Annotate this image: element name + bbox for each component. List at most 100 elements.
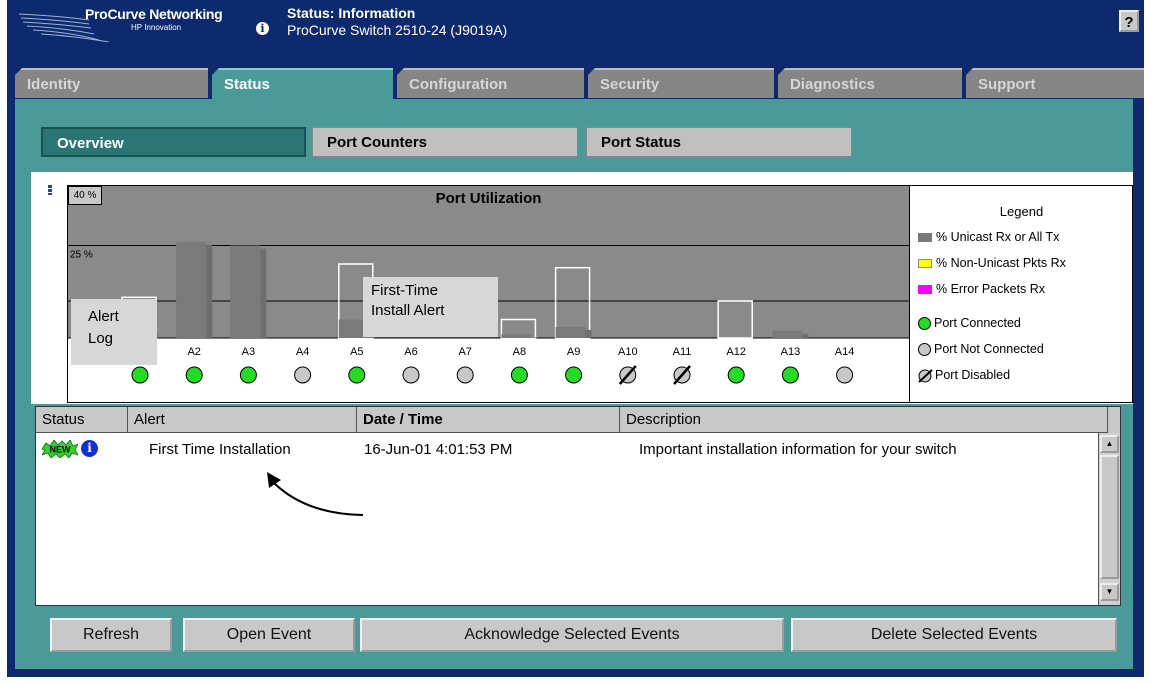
column-header-alert[interactable]: Alert [128, 407, 357, 433]
port-status-connected-icon [185, 366, 203, 384]
port-label: A9 [567, 346, 580, 358]
utilization-bar [555, 326, 586, 338]
status-panel: Overview Port Counters Port Status 25 % 1… [15, 99, 1133, 669]
subtab-port-status[interactable]: Port Status [586, 127, 852, 157]
tab-diagnostics[interactable]: Diagnostics [777, 68, 962, 98]
y-tick-label: 25 % [70, 250, 93, 261]
legend-swatch [918, 233, 932, 243]
acknowledge-events-button[interactable]: Acknowledge Selected Events [360, 618, 784, 652]
tab-label: Security [600, 76, 660, 93]
legend-swatch [918, 259, 932, 269]
alert-log-scrollbar[interactable]: ▲ ▼ [1098, 433, 1120, 605]
row-datetime: 16-Jun-01 4:01:53 PM [364, 441, 513, 458]
legend-item-non-unicast: % Non-Unicast Pkts Rx [918, 256, 1066, 270]
utilization-bar-shadow [260, 248, 267, 338]
utilization-bar-shadow [585, 329, 592, 338]
legend-label: Port Disabled [935, 368, 1011, 382]
subtab-port-counters[interactable]: Port Counters [312, 127, 578, 157]
legend-swatch [918, 285, 932, 295]
chart-title: Port Utilization [435, 190, 542, 207]
open-event-button[interactable]: Open Event [183, 618, 355, 652]
subtab-overview[interactable]: Overview [41, 127, 306, 157]
scroll-down-button[interactable]: ▼ [1100, 583, 1119, 601]
tab-status[interactable]: Status [211, 68, 393, 102]
port-status-not-connected-icon [456, 366, 474, 384]
column-header-description[interactable]: Description [620, 407, 1108, 433]
port-status-connected-icon [131, 366, 149, 384]
callout-line: Log [88, 330, 114, 347]
tab-label: Diagnostics [790, 76, 876, 93]
callout-line: Install Alert [371, 302, 445, 319]
scroll-up-button[interactable]: ▲ [1100, 435, 1119, 453]
port-label: A4 [296, 346, 309, 358]
column-header-datetime[interactable]: Date / Time [357, 407, 620, 433]
new-badge-text: NEW [50, 445, 72, 455]
tab-support[interactable]: Support [965, 68, 1144, 98]
info-icon: i [256, 22, 269, 35]
delete-events-button[interactable]: Delete Selected Events [791, 618, 1117, 652]
tab-identity[interactable]: Identity [14, 68, 208, 98]
refresh-button[interactable]: Refresh [50, 618, 172, 652]
port-status-connected-icon [239, 366, 257, 384]
utilization-bar-shadow [206, 244, 213, 338]
peak-outline [717, 300, 753, 339]
utilization-bar-shadow [802, 333, 809, 338]
legend-item-disabled: Port Disabled [918, 368, 1010, 383]
port-label: A10 [618, 346, 638, 358]
main-tabs: Identity Status Configuration Security D… [7, 60, 1144, 102]
callout-install-alert: First-Time Install Alert [363, 277, 498, 337]
procurve-logo: ProCurve Networking HP Innovation [19, 4, 249, 44]
port-label: A11 [673, 346, 692, 358]
port-status-not-connected-icon [836, 366, 854, 384]
tab-label: Identity [27, 76, 81, 93]
utilization-bar [230, 245, 261, 338]
header-bar: ProCurve Networking HP Innovation i Stat… [7, 0, 1144, 48]
port-status-connected-icon [565, 366, 583, 384]
tab-label: Support [978, 76, 1036, 93]
port-status-connected-icon [727, 366, 745, 384]
port-not-connected-icon [918, 343, 931, 357]
legend-label: % Unicast Rx or All Tx [936, 230, 1060, 244]
graph-options-icon[interactable] [45, 185, 57, 197]
row-description: Important installation information for y… [639, 441, 957, 458]
port-utilization-panel: 25 %10 %A1A2A3A4A5A6A7A8A9A10A11A12A13A1… [31, 172, 1133, 404]
legend-label: Port Not Connected [934, 342, 1044, 356]
port-status-not-connected-icon [294, 366, 312, 384]
legend-title: Legend [999, 204, 1044, 219]
info-icon: i [81, 440, 98, 457]
device-name: ProCurve Switch 2510-24 (J9019A) [287, 22, 508, 38]
port-label: A7 [458, 346, 471, 358]
port-label: A3 [242, 346, 255, 358]
brand-name: ProCurve Networking [85, 6, 223, 22]
tab-label: Configuration [409, 76, 508, 93]
alert-log-header: Status Alert Date / Time Description [36, 407, 1120, 433]
port-label: A12 [726, 346, 746, 358]
tab-configuration[interactable]: Configuration [396, 68, 584, 98]
legend-label: % Non-Unicast Pkts Rx [936, 256, 1066, 270]
new-badge-icon: NEW [42, 440, 78, 458]
callout-alert-log: Alert Log [71, 299, 157, 365]
tab-label: Status [224, 76, 270, 93]
utilization-bar [772, 330, 803, 338]
port-label: A13 [781, 346, 801, 358]
app-window: ProCurve Networking HP Innovation i Stat… [7, 0, 1144, 677]
tab-security[interactable]: Security [587, 68, 774, 98]
port-disabled-icon [918, 368, 933, 383]
utilization-bar-shadow [531, 337, 538, 338]
callout-line: First-Time [371, 282, 438, 299]
port-status-connected-icon [348, 366, 366, 384]
help-button[interactable]: ? [1119, 10, 1139, 32]
legend-item-not-connected: Port Not Connected [918, 342, 1044, 357]
port-connected-icon [918, 317, 931, 331]
page-title: Status: Information [287, 5, 416, 21]
utilization-bar [176, 241, 207, 338]
utilization-bar [501, 334, 532, 338]
legend-label: % Error Packets Rx [936, 282, 1046, 296]
port-label: A14 [835, 346, 855, 358]
column-header-status[interactable]: Status [36, 407, 128, 433]
row-alert: First Time Installation [149, 441, 291, 458]
brand-tagline: HP Innovation [131, 23, 182, 32]
chart-legend: Legend % Unicast Rx or All Tx % Non-Unic… [910, 185, 1133, 403]
scroll-thumb[interactable] [1100, 455, 1119, 579]
port-label: A6 [404, 346, 417, 358]
